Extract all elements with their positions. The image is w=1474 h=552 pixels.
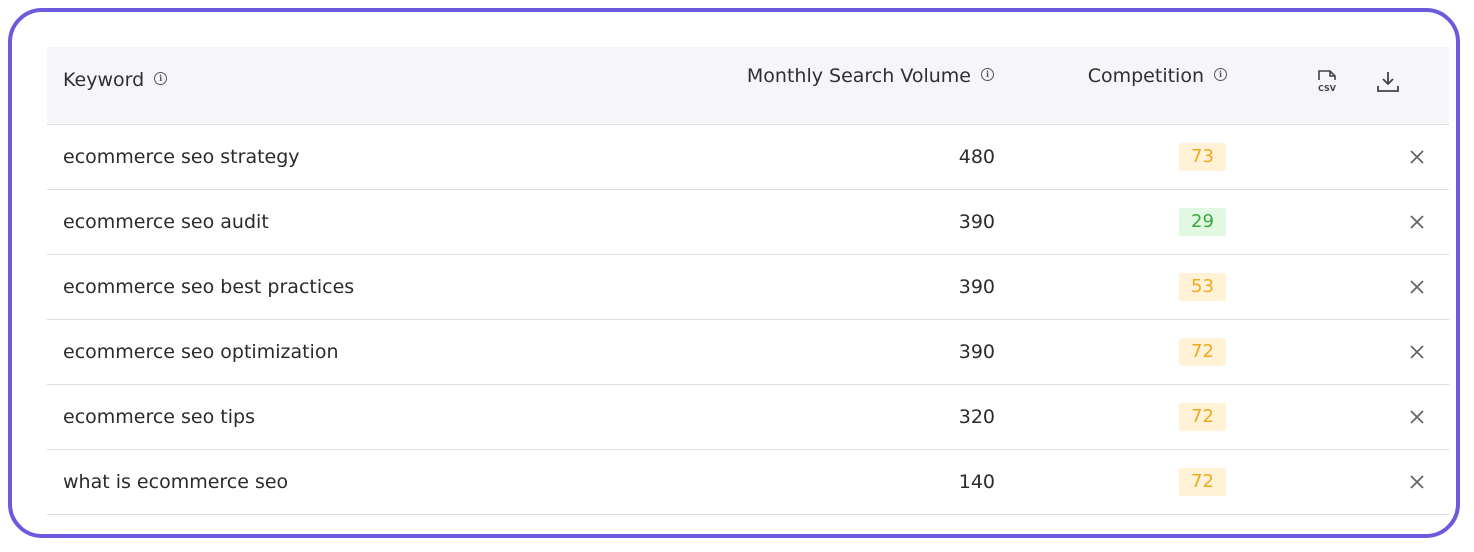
table-row: what is ecommerce seo 140 72 [47,450,1449,515]
competition-badge: 29 [1179,208,1226,236]
keyword-cell: ecommerce seo optimization [63,341,339,363]
volume-cell: 390 [958,211,995,233]
column-header-volume[interactable]: Monthly Search Volume i [747,65,994,87]
competition-badge: 72 [1179,468,1226,496]
close-icon [1410,345,1424,359]
keyword-cell: ecommerce seo best practices [63,276,355,298]
close-icon [1410,280,1424,294]
info-icon[interactable]: i [981,67,994,81]
competition-badge: 53 [1179,273,1226,301]
table-row: ecommerce seo strategy 480 73 [47,125,1449,190]
info-icon[interactable]: i [1214,67,1227,81]
remove-row-button[interactable] [1407,212,1427,232]
keyword-cell: ecommerce seo strategy [63,146,300,168]
download-button[interactable] [1374,67,1402,97]
close-icon [1410,410,1424,424]
volume-cell: 140 [958,471,995,493]
keyword-table: Keyword i Monthly Search Volume i Compet… [47,47,1449,515]
volume-cell: 480 [958,146,995,168]
close-icon [1410,150,1424,164]
download-icon [1377,72,1399,92]
table-body: ecommerce seo strategy 480 73 ecommerce … [47,125,1449,515]
table-row: ecommerce seo optimization 390 72 [47,320,1449,385]
column-header-competition[interactable]: Competition i [1088,65,1227,87]
csv-label: CSV [1318,84,1337,93]
keyword-cell: ecommerce seo tips [63,406,255,428]
remove-row-button[interactable] [1407,407,1427,427]
remove-row-button[interactable] [1407,277,1427,297]
column-header-keyword[interactable]: Keyword i [63,69,168,91]
column-header-competition-label: Competition [1087,65,1204,87]
volume-cell: 320 [958,406,995,428]
keyword-cell: what is ecommerce seo [63,471,289,493]
competition-badge: 72 [1179,403,1226,431]
column-header-volume-label: Monthly Search Volume [746,65,971,87]
remove-row-button[interactable] [1407,472,1427,492]
export-csv-button[interactable]: CSV [1313,67,1341,97]
volume-cell: 390 [958,341,995,363]
table-row: ecommerce seo best practices 390 53 [47,255,1449,320]
column-header-keyword-label: Keyword [63,69,145,91]
competition-badge: 72 [1179,338,1226,366]
close-icon [1410,215,1424,229]
info-icon[interactable]: i [154,71,168,85]
table-header: Keyword i Monthly Search Volume i Compet… [47,47,1449,125]
keyword-cell: ecommerce seo audit [63,211,269,233]
volume-cell: 390 [958,276,995,298]
table-row: ecommerce seo tips 320 72 [47,385,1449,450]
remove-row-button[interactable] [1407,342,1427,362]
table-row: ecommerce seo audit 390 29 [47,190,1449,255]
keyword-table-card: Keyword i Monthly Search Volume i Compet… [8,8,1460,538]
csv-file-icon: CSV [1318,70,1337,93]
remove-row-button[interactable] [1407,147,1427,167]
close-icon [1410,475,1424,489]
competition-badge: 73 [1179,143,1226,171]
